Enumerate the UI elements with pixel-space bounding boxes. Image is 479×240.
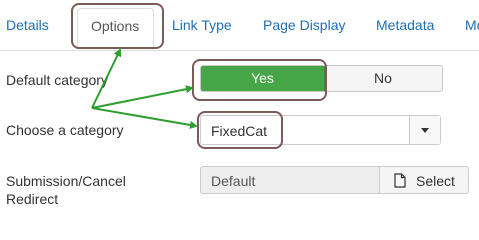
default-category-toggle: Yes No	[200, 65, 443, 92]
tab-more[interactable]: Mo	[465, 15, 479, 35]
redirect-select-label: Select	[416, 173, 455, 189]
tab-metadata[interactable]: Metadata	[376, 15, 434, 35]
redirect-select-button[interactable]: Select	[379, 166, 469, 194]
redirect-field: Default	[200, 166, 380, 194]
category-select-value: FixedCat	[211, 123, 268, 139]
category-select[interactable]: FixedCat	[200, 115, 441, 145]
caret-down-icon	[421, 128, 429, 133]
tab-link-type[interactable]: Link Type	[172, 15, 232, 35]
tab-bar: Details Options Link Type Page Display M…	[0, 0, 479, 51]
category-dropdown-button[interactable]	[409, 116, 440, 144]
arrow-to-yes	[91, 85, 194, 109]
tab-page-display[interactable]: Page Display	[263, 15, 346, 35]
choose-category-label: Choose a category	[6, 122, 124, 138]
redirect-field-value: Default	[211, 173, 256, 189]
tab-options-label: Options	[91, 18, 140, 34]
tab-options[interactable]: Options	[77, 8, 154, 50]
document-icon	[394, 173, 406, 188]
redirect-label-line2: Redirect	[6, 191, 59, 207]
default-category-label: Default category	[6, 72, 108, 88]
yes-button[interactable]: Yes	[201, 66, 325, 91]
redirect-label-line1: Submission/Cancel	[6, 173, 126, 189]
tab-details[interactable]: Details	[6, 15, 49, 35]
no-button[interactable]: No	[324, 66, 442, 91]
